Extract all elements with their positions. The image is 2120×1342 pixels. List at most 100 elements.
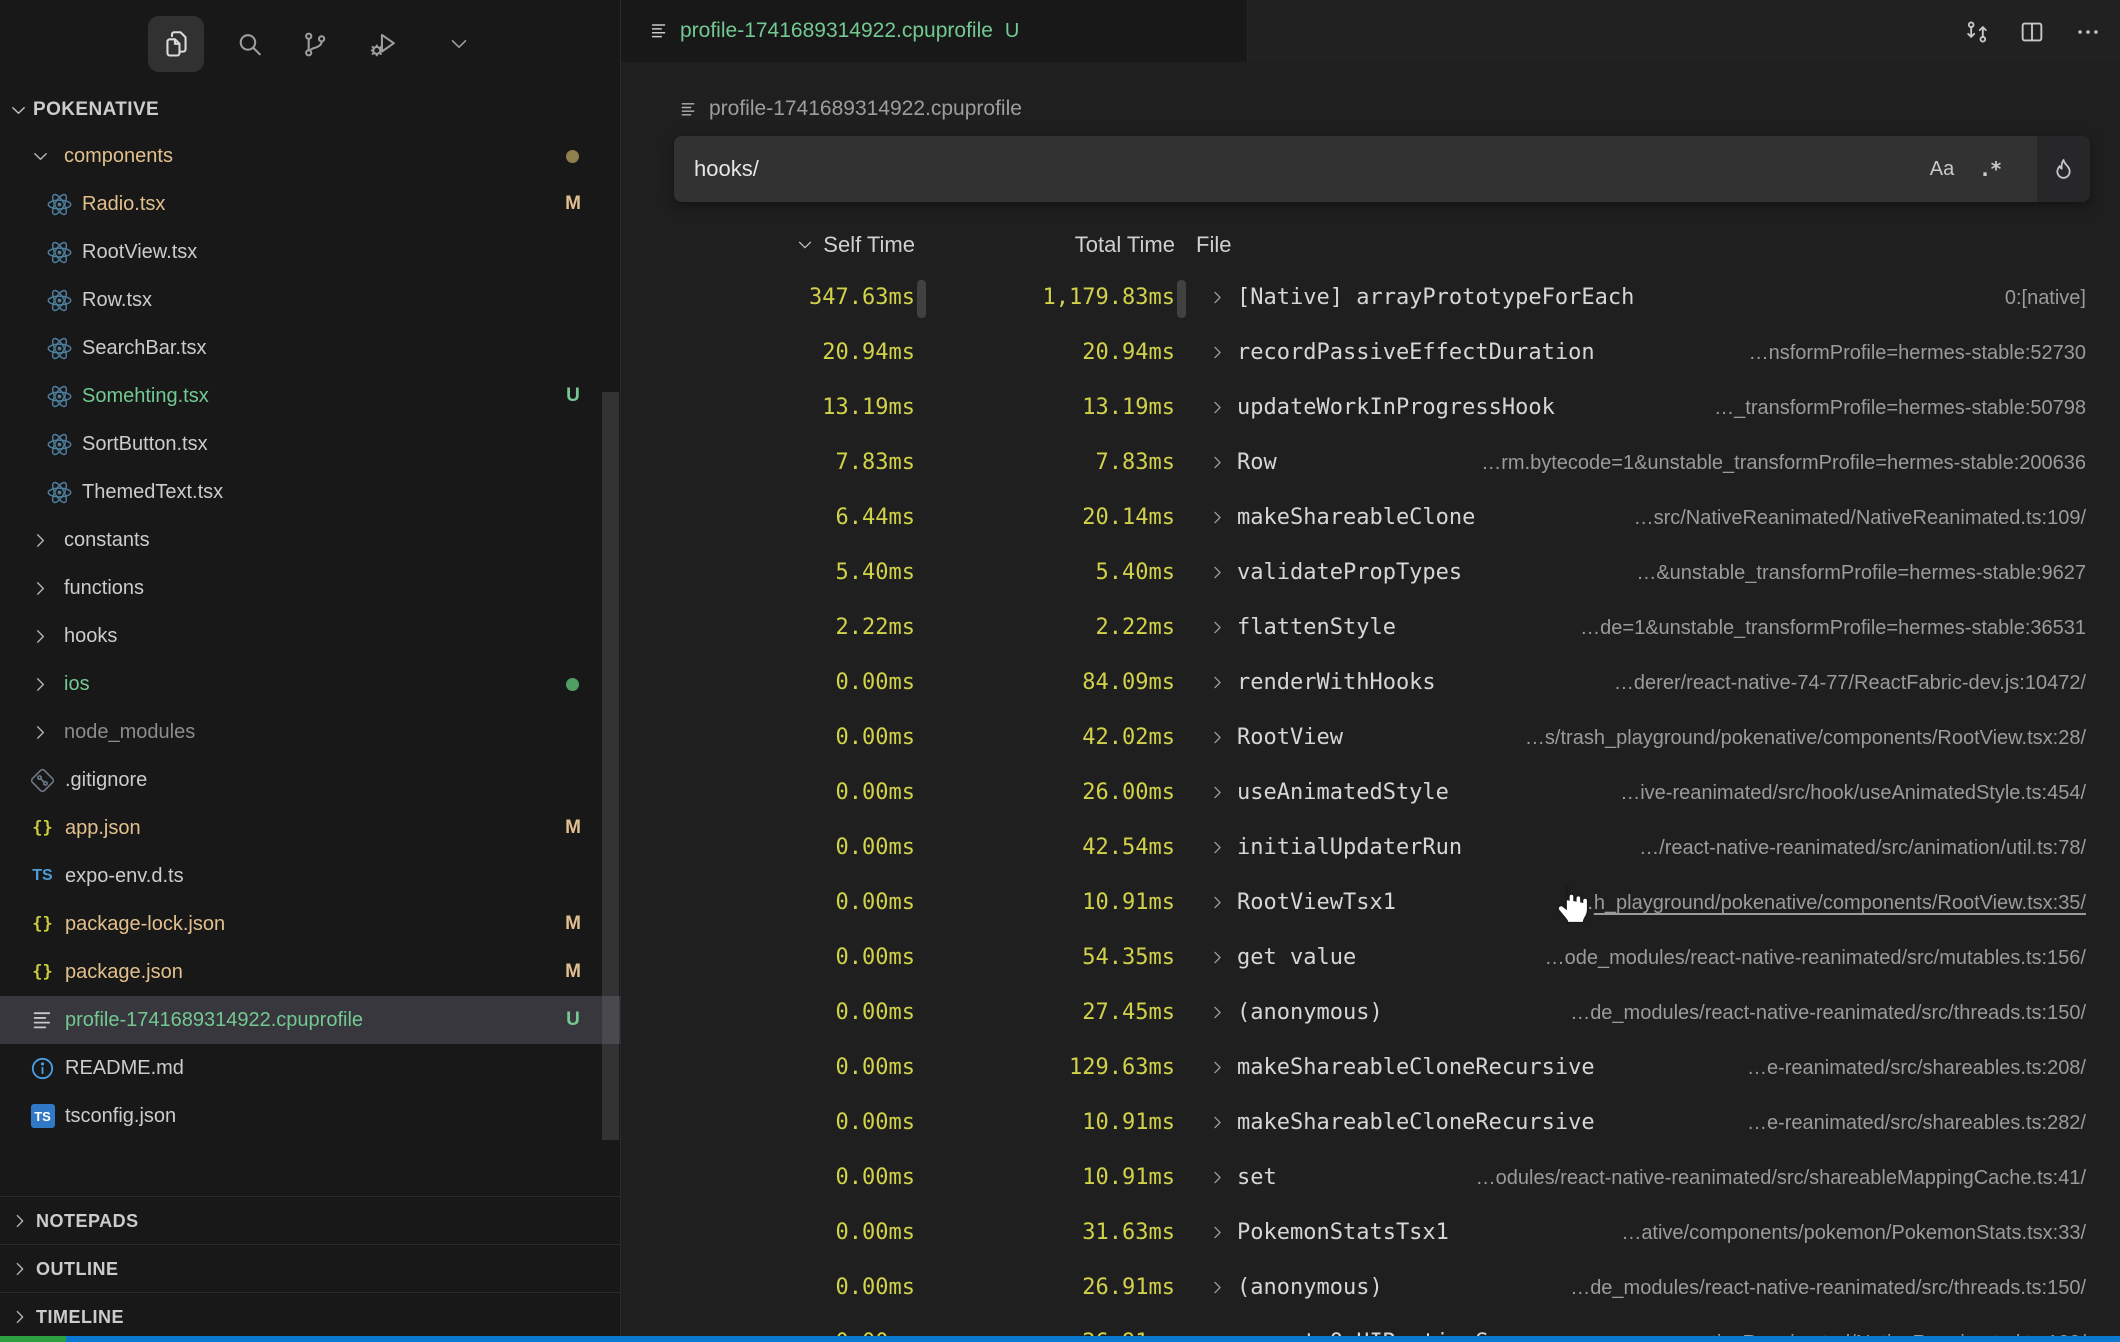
file-location-link[interactable]: …ode_modules/react-native-reanimated/src… bbox=[1545, 947, 2086, 970]
self-time-cell: 0.00ms bbox=[836, 670, 915, 695]
chevron-right-icon[interactable] bbox=[1208, 728, 1227, 747]
self-time-cell: 347.63ms bbox=[809, 285, 915, 310]
regex-button[interactable]: .* bbox=[1968, 149, 2012, 189]
search-input[interactable]: hooks/ Aa .* bbox=[674, 136, 2037, 202]
search-icon bbox=[221, 16, 277, 72]
total-time-cell: 13.19ms bbox=[1082, 395, 1175, 420]
chevron-down-icon bbox=[431, 16, 487, 72]
file-location-link[interactable]: …odules/react-native-reanimated/src/shar… bbox=[1476, 1167, 2086, 1190]
debug-view-button[interactable] bbox=[355, 16, 411, 72]
source-control-view-button[interactable] bbox=[286, 16, 342, 72]
chevron-right-icon[interactable] bbox=[1208, 288, 1227, 307]
self-time-cell: 0.00ms bbox=[836, 890, 915, 915]
profile-row[interactable]: 0.00ms27.45ms(anonymous)…de_modules/reac… bbox=[0, 986, 2120, 1041]
chevron-right-icon[interactable] bbox=[1208, 1168, 1227, 1187]
file-location-link[interactable]: …&unstable_transformProfile=hermes-stabl… bbox=[1636, 562, 2086, 585]
profile-row[interactable]: 0.00ms26.00msuseAnimatedStyle…ive-reanim… bbox=[0, 766, 2120, 821]
chevron-right-icon[interactable] bbox=[1208, 618, 1227, 637]
profile-row[interactable]: 0.00ms10.91msmakeShareableCloneRecursive… bbox=[0, 1096, 2120, 1151]
file-location-link[interactable]: …de_modules/react-native-reanimated/src/… bbox=[1570, 1277, 2086, 1300]
more-actions-button[interactable] bbox=[2074, 18, 2102, 46]
function-name: makeShareableCloneRecursive bbox=[1237, 1055, 1595, 1080]
file-location-link[interactable]: …de_modules/react-native-reanimated/src/… bbox=[1570, 1002, 2086, 1025]
compare-changes-button[interactable] bbox=[1963, 18, 1991, 46]
list-icon bbox=[678, 99, 699, 120]
profile-row[interactable]: 0.00ms54.35msget value…ode_modules/react… bbox=[0, 931, 2120, 986]
git-status-badge: M bbox=[556, 193, 590, 215]
chevron-right-icon[interactable] bbox=[1208, 343, 1227, 362]
chevron-right-icon[interactable] bbox=[1208, 1058, 1227, 1077]
chevron-right-icon[interactable] bbox=[1208, 508, 1227, 527]
file-location-link[interactable]: …src/NativeReanimated/NativeReanimated.t… bbox=[1634, 507, 2086, 530]
profile-row[interactable]: 0.00ms10.91msRootViewTsx1…h_playground/p… bbox=[0, 876, 2120, 931]
profile-row[interactable]: 0.00ms129.63msmakeShareableCloneRecursiv… bbox=[0, 1041, 2120, 1096]
profile-row[interactable]: 0.00ms26.91ms(anonymous)…de_modules/reac… bbox=[0, 1261, 2120, 1316]
file-location-link[interactable]: …e-reanimated/src/shareables.ts:282/ bbox=[1747, 1112, 2086, 1135]
chevron-right-icon[interactable] bbox=[1208, 453, 1227, 472]
profile-row[interactable]: 6.44ms20.14msmakeShareableClone…src/Nati… bbox=[0, 491, 2120, 546]
file-location-link[interactable]: …e-reanimated/src/shareables.ts:208/ bbox=[1747, 1057, 2086, 1080]
profile-row[interactable]: 347.63ms1,179.83ms[Native] arrayPrototyp… bbox=[0, 271, 2120, 326]
chevron-right-icon[interactable] bbox=[1208, 1223, 1227, 1242]
total-time-cell: 26.91ms bbox=[1082, 1275, 1175, 1300]
file-location-link[interactable]: …derer/react-native-74-77/ReactFabric-de… bbox=[1614, 672, 2086, 695]
chevron-down-view-button[interactable] bbox=[431, 16, 487, 72]
file-location-link[interactable]: …rm.bytecode=1&unstable_transformProfile… bbox=[1481, 452, 2086, 475]
chevron-right-icon[interactable] bbox=[1208, 673, 1227, 692]
profile-row[interactable]: 0.00ms42.54msinitialUpdaterRun…/react-na… bbox=[0, 821, 2120, 876]
split-editor-button[interactable] bbox=[2018, 18, 2046, 46]
file-location-link[interactable]: …/react-native-reanimated/src/animation/… bbox=[1639, 837, 2086, 860]
file-location-link[interactable]: …nsformProfile=hermes-stable:52730 bbox=[1749, 342, 2086, 365]
search-view-button[interactable] bbox=[221, 16, 277, 72]
profile-row[interactable]: 0.00ms84.09msrenderWithHooks…derer/react… bbox=[0, 656, 2120, 711]
file-location-link[interactable]: …de=1&unstable_transformProfile=hermes-s… bbox=[1580, 617, 2086, 640]
total-time-cell: 31.63ms bbox=[1082, 1220, 1175, 1245]
chevron-right-icon[interactable] bbox=[1208, 783, 1227, 802]
chevron-right-icon[interactable] bbox=[1208, 948, 1227, 967]
chevron-right-icon[interactable] bbox=[1208, 838, 1227, 857]
file-location-link[interactable]: …h_playground/pokenative/components/Root… bbox=[1574, 892, 2086, 915]
function-name: recordPassiveEffectDuration bbox=[1237, 340, 1595, 365]
tab-git-status-badge: U bbox=[1005, 20, 1019, 43]
chevron-right-icon[interactable] bbox=[1208, 1278, 1227, 1297]
column-sash[interactable] bbox=[917, 280, 926, 318]
file-location-link[interactable]: …s/trash_playground/pokenative/component… bbox=[1525, 727, 2086, 750]
tab-cpuprofile[interactable]: profile-1741689314922.cpuprofile U bbox=[621, 0, 1248, 62]
file-location-link[interactable]: 0:[native] bbox=[2005, 287, 2086, 310]
profile-row[interactable]: 2.22ms2.22msflattenStyle…de=1&unstable_t… bbox=[0, 601, 2120, 656]
sort-chevron-down-icon bbox=[795, 235, 815, 255]
self-time-cell: 7.83ms bbox=[836, 450, 915, 475]
chevron-right-icon[interactable] bbox=[1208, 563, 1227, 582]
chevron-right-icon[interactable] bbox=[1208, 1003, 1227, 1022]
match-case-button[interactable]: Aa bbox=[1920, 149, 1964, 189]
profile-row[interactable]: 7.83ms7.83msRow…rm.bytecode=1&unstable_t… bbox=[0, 436, 2120, 491]
explorer-item-components[interactable]: components bbox=[0, 132, 620, 180]
column-header-total-time[interactable]: Total Time bbox=[1075, 232, 1175, 258]
self-time-cell: 0.00ms bbox=[836, 835, 915, 860]
profile-row[interactable]: 0.00ms10.91msset…odules/react-native-rea… bbox=[0, 1151, 2120, 1206]
total-time-cell: 20.14ms bbox=[1082, 505, 1175, 530]
explorer-project-header[interactable]: POKENATIVE bbox=[0, 92, 620, 128]
main-status[interactable] bbox=[66, 1336, 2120, 1342]
chevron-right-icon[interactable] bbox=[1208, 893, 1227, 912]
profile-row[interactable]: 5.40ms5.40msvalidatePropTypes…&unstable_… bbox=[0, 546, 2120, 601]
profile-row[interactable]: 0.00ms31.63msPokemonStatsTsx1…ative/comp… bbox=[0, 1206, 2120, 1261]
column-header-file[interactable]: File bbox=[1196, 232, 1231, 258]
column-sash[interactable] bbox=[1177, 280, 1186, 318]
profile-row[interactable]: 20.94ms20.94msrecordPassiveEffectDuratio… bbox=[0, 326, 2120, 381]
file-location-link[interactable]: …ive-reanimated/src/hook/useAnimatedStyl… bbox=[1620, 782, 2086, 805]
profile-row[interactable]: 13.19ms13.19msupdateWorkInProgressHook…_… bbox=[0, 381, 2120, 436]
profile-row[interactable]: 0.00ms42.02msRootView…s/trash_playground… bbox=[0, 711, 2120, 766]
flamegraph-toggle-button[interactable] bbox=[2037, 136, 2090, 202]
remote-indicator[interactable] bbox=[0, 1336, 66, 1342]
chevron-right-icon[interactable] bbox=[1208, 398, 1227, 417]
file-location-link[interactable]: …ative/components/pokemon/PokemonStats.t… bbox=[1621, 1222, 2086, 1245]
explorer-item-radio-tsx[interactable]: Radio.tsxM bbox=[0, 180, 620, 228]
explorer-view-button[interactable] bbox=[148, 16, 204, 72]
self-time-cell: 13.19ms bbox=[822, 395, 915, 420]
chevron-right-icon[interactable] bbox=[1208, 1113, 1227, 1132]
breadcrumb[interactable]: profile-1741689314922.cpuprofile bbox=[678, 94, 1022, 124]
column-header-self-time[interactable]: Self Time bbox=[795, 232, 915, 258]
list-icon bbox=[648, 20, 670, 42]
file-location-link[interactable]: …_transformProfile=hermes-stable:50798 bbox=[1714, 397, 2086, 420]
